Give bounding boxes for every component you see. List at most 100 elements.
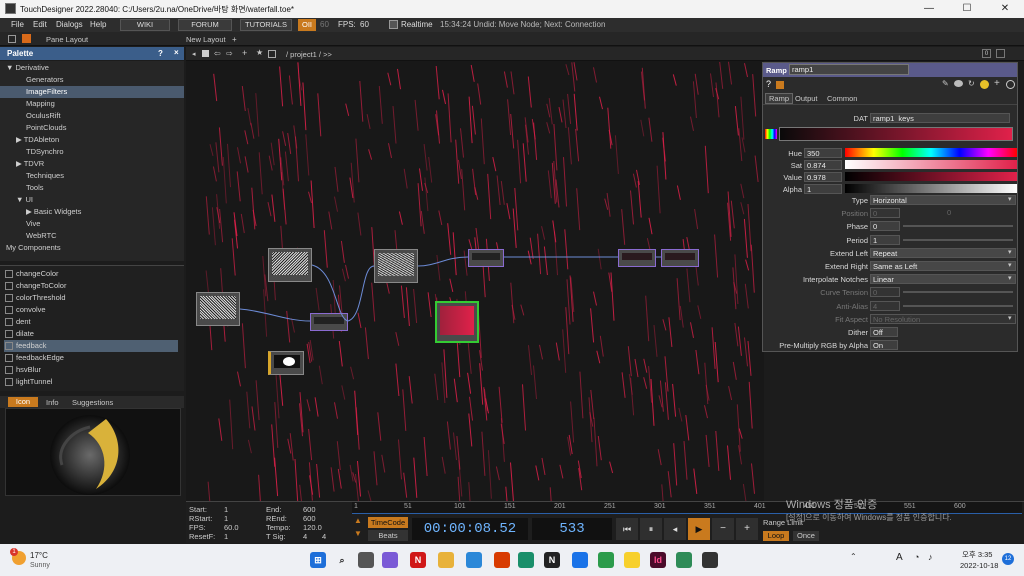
tutorials-button[interactable]: TUTORIALS [240, 19, 292, 31]
netflix-icon[interactable]: N [410, 552, 426, 568]
palette-op-item[interactable]: hsvBlur [4, 364, 178, 376]
param-edit-icon[interactable]: ✎ [942, 79, 949, 88]
palette-help-icon[interactable]: ? [158, 49, 163, 58]
ime-indicator[interactable]: A [896, 552, 903, 563]
collapse-arrow-icon[interactable]: ▶ [16, 159, 24, 168]
sat-field[interactable]: 0.874 [804, 160, 842, 170]
hue-field[interactable]: 350 [804, 148, 842, 158]
touchdesigner-taskbar-icon[interactable] [702, 552, 718, 568]
pause-button[interactable]: ⏸ [640, 518, 662, 540]
rewind-button[interactable]: ⏮ [616, 518, 638, 540]
close-button[interactable]: ✕ [986, 0, 1024, 18]
value-field[interactable]: 0.978 [804, 172, 842, 182]
start-icon[interactable]: ⊞ [310, 552, 326, 568]
maximize-button[interactable]: ☐ [948, 0, 986, 18]
add-layout-icon[interactable]: + [232, 35, 237, 44]
param-value-field[interactable]: Same as Left [870, 261, 1016, 271]
beats-button[interactable]: Beats [368, 530, 408, 541]
comment-icon[interactable] [954, 80, 963, 87]
add-op-icon[interactable]: + [242, 48, 247, 58]
bookmark-icon[interactable] [268, 50, 276, 58]
palette-op-item[interactable]: convolve [4, 304, 178, 316]
network-counter[interactable]: 0 [982, 49, 991, 58]
play-button[interactable]: ▶ [688, 518, 710, 540]
back-icon[interactable]: ◂ [192, 50, 196, 58]
wifi-icon[interactable]: ◔ [914, 552, 919, 562]
minimize-button[interactable]: — [910, 0, 948, 18]
chrome-icon[interactable] [598, 552, 614, 568]
menu-file[interactable]: File [11, 20, 24, 29]
param-value-field[interactable]: Repeat [870, 247, 1016, 258]
param-value-field[interactable]: On [870, 340, 898, 351]
add-param-icon[interactable]: + [994, 78, 1000, 89]
tsig-b[interactable]: 4 [322, 532, 326, 541]
dropdown-chevron-icon[interactable]: ▾ [1008, 261, 1012, 269]
frame-display[interactable]: 533 [532, 518, 612, 540]
indesign-icon[interactable]: Id [650, 552, 666, 568]
param-value-field[interactable]: 0 [870, 287, 900, 298]
palette-tree-item[interactable]: WebRTC [0, 230, 184, 242]
palette-op-item[interactable]: dent [4, 316, 178, 328]
search-icon[interactable]: ⌕ [334, 552, 350, 568]
dropdown-chevron-icon[interactable]: ▾ [1008, 274, 1012, 282]
timecode-display[interactable]: 00:00:08.52 [412, 518, 528, 540]
palette-tree-item[interactable]: ImageFilters [0, 86, 184, 98]
palette-tree-item[interactable]: Tools [0, 182, 184, 194]
param-slider[interactable] [903, 304, 1013, 307]
palette-tree-item[interactable]: Vive [0, 218, 184, 230]
menu-help[interactable]: Help [90, 20, 106, 29]
param-value-field[interactable]: 0 [870, 221, 900, 232]
hue-slider[interactable] [845, 148, 1017, 157]
clock-date[interactable]: 2022-10-18 [960, 561, 998, 570]
settings-gear-icon[interactable] [572, 552, 588, 568]
palette-op-item[interactable]: dilate [4, 328, 178, 340]
notion-icon[interactable]: N [544, 552, 560, 568]
param-value-field[interactable]: 1 [870, 234, 900, 245]
palette-tree-item[interactable]: ▶ TDVR [0, 158, 184, 170]
office-icon[interactable] [494, 552, 510, 568]
param-value-field[interactable]: Horizontal [870, 195, 1016, 205]
end-value[interactable]: 600 [303, 505, 316, 514]
timecode-button[interactable]: TimeCode [368, 517, 408, 528]
color-picker-icon[interactable] [765, 129, 777, 139]
palette-tree-item[interactable]: ▶ Basic Widgets [0, 206, 184, 218]
rend-value[interactable]: 600 [303, 514, 316, 523]
clock-time[interactable]: 오후 3:35 [962, 549, 992, 560]
step-minus-button[interactable]: − [712, 518, 734, 540]
step-plus-button[interactable]: + [736, 518, 758, 540]
tab-common[interactable]: Common [827, 94, 857, 103]
timeline-expand-icon[interactable]: ▼ [354, 529, 362, 538]
param-slider[interactable] [903, 238, 1013, 241]
tab-suggestions[interactable]: Suggestions [72, 398, 113, 407]
rstart-value[interactable]: 1 [224, 514, 228, 523]
pane-split-icon[interactable] [8, 35, 16, 43]
network-path[interactable]: / project1 / >> [286, 50, 332, 59]
chrome-profile-icon[interactable] [676, 552, 692, 568]
home-icon[interactable] [22, 34, 31, 43]
palette-tree-item[interactable]: OculusRift [0, 110, 184, 122]
tab-info[interactable]: Info [46, 398, 59, 407]
realtime-checkbox[interactable] [389, 20, 398, 29]
oii-badge[interactable]: OII [298, 19, 316, 31]
volume-icon[interactable]: ♪ [928, 552, 933, 562]
alpha-field[interactable]: 1 [804, 184, 842, 194]
stop-icon[interactable] [202, 50, 209, 57]
palette-tree-item[interactable]: ▼ Derivative [0, 62, 184, 74]
timeline-collapse-icon[interactable]: ▲ [354, 516, 362, 525]
param-value-field[interactable]: Linear [870, 274, 1016, 285]
ramp-gradient-editor[interactable] [779, 127, 1013, 141]
palette-tree-item[interactable]: Mapping [0, 98, 184, 110]
param-value-field-2[interactable]: 0 [947, 208, 951, 217]
palette-tree-item[interactable]: Generators [0, 74, 184, 86]
chat-icon[interactable] [382, 552, 398, 568]
tempo-value[interactable]: 120.0 [303, 523, 322, 532]
tab-icon[interactable]: Icon [8, 397, 38, 407]
palette-tree-item[interactable]: PointClouds [0, 122, 184, 134]
palette-op-item[interactable]: lightTunnel [4, 376, 178, 388]
alpha-slider[interactable] [845, 184, 1017, 193]
palette-op-item[interactable]: changeToColor [4, 280, 178, 292]
new-layout-label[interactable]: New Layout [186, 35, 226, 44]
palette-tree-item[interactable]: Techniques [0, 170, 184, 182]
task-view-icon[interactable] [358, 552, 374, 568]
star-icon[interactable]: ★ [256, 48, 263, 57]
